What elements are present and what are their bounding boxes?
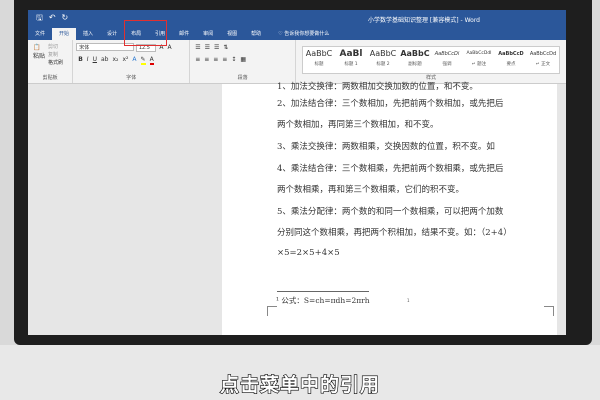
doc-line: ×5=2×5+4×5 — [277, 248, 340, 258]
paragraph-group: ☰ ☰ ☰ ⇅ ≡ ≡ ≡ ≡ ↕ ▦ 段落 — [190, 40, 296, 83]
clipboard-group-label: 剪贴板 — [42, 75, 58, 81]
tab-insert[interactable]: 插入 — [76, 28, 100, 40]
footnote: ¹ 公式：S=ch=πdh=2πrh — [276, 296, 370, 305]
style-preview: AaBl — [339, 49, 363, 59]
window-title: 小学数学基础知识整理 [兼容模式] - Word — [368, 17, 480, 24]
strikethrough-button[interactable]: ab — [101, 56, 109, 63]
font-group-label: 字体 — [126, 75, 137, 81]
font-color-button[interactable]: A — [149, 56, 154, 65]
margin-corner-mark — [267, 306, 277, 316]
margin-corner-mark — [544, 306, 554, 316]
sort-button[interactable]: ⇅ — [223, 44, 228, 51]
tab-mailings[interactable]: 邮件 — [172, 28, 196, 40]
ribbon-tabs: 文件 开始 插入 设计 布局 引用 邮件 审阅 视图 帮助 ♡ 告诉我你想要做什… — [28, 27, 566, 40]
style-heading-2[interactable]: AaBbC 标题 2 — [367, 47, 399, 73]
justify-button[interactable]: ≡ — [222, 56, 227, 63]
style-name: 要点 — [506, 62, 516, 67]
tab-design[interactable]: 设计 — [100, 28, 124, 40]
redo-icon[interactable]: ↻ — [62, 13, 69, 22]
clipboard-group: 📋 粘贴 剪切 复制 格式刷 剪贴板 — [28, 40, 74, 83]
doc-line: 两个数相乘，再和第三个数相乘，它们的积不变。 — [277, 185, 465, 195]
doc-line: 4、乘法结合律：三个数相乘，先把前两个数相乘，或先把后 — [277, 164, 504, 174]
numbering-button[interactable]: ☰ — [205, 44, 210, 51]
font-group: 宋体 12.5 AA B I Uab x₂ x² A ✎ A 字体 — [73, 40, 191, 83]
style-subtitle[interactable]: AaBbC 副标题 — [399, 47, 431, 73]
clipboard-icon: 📋 — [33, 44, 41, 51]
title-bar: 🖫 ↶ ↻ 小学数学基础知识整理 [兼容模式] - Word — [28, 10, 566, 27]
style-name: ↵ 题注 — [471, 62, 487, 67]
align-left-button[interactable]: ≡ — [195, 56, 200, 63]
borders-button[interactable]: ▦ — [240, 56, 246, 63]
style-heading-1[interactable]: AaBl 标题 1 — [335, 47, 367, 73]
subscript-button[interactable]: x₂ — [112, 56, 118, 63]
multilevel-list-button[interactable]: ☰ — [214, 44, 219, 51]
text-effects-button[interactable]: A — [132, 56, 136, 63]
style-name: 标题 1 — [344, 62, 358, 67]
style-name: ↵ 正文 — [535, 62, 551, 67]
style-name: 标题 — [314, 62, 324, 67]
style-key-point[interactable]: AaBbCcD 要点 — [495, 47, 527, 73]
style-preview: AaBbCcDd — [529, 51, 557, 57]
doc-line: 2、加法结合律：三个数相加，先把前两个数相加，或先把后 — [277, 99, 504, 109]
style-caption[interactable]: AaBbCcDdI ↵ 题注 — [463, 47, 495, 73]
doc-line: 3、乘法交换律：两数相乘，交换因数的位置，积不变。如 — [277, 142, 495, 152]
align-right-button[interactable]: ≡ — [213, 56, 218, 63]
bullets-button[interactable]: ☰ — [195, 44, 200, 51]
style-emphasis[interactable]: AaBbCcDi 强调 — [431, 47, 463, 73]
superscript-button[interactable]: x² — [122, 56, 128, 63]
doc-line: 两个数相加，再同第三个数相加，和不变。 — [277, 120, 439, 130]
underline-button[interactable]: U — [93, 56, 97, 63]
tab-home[interactable]: 开始 — [52, 28, 77, 40]
tell-me-search[interactable]: ♡ 告诉我你想要做什么 — [278, 30, 329, 40]
paste-label: 粘贴 — [33, 53, 46, 60]
document-area: 1、加法交换律：两数相加交换加数的位置，和不变。 2、加法结合律：三个数相加，先… — [28, 82, 566, 335]
styles-group: AaBbC 标题 AaBl 标题 1 AaBbC 标题 2 AaBbC 副标题 AaBb… — [296, 40, 566, 83]
tab-view[interactable]: 视图 — [220, 28, 244, 40]
paste-button[interactable]: 📋 粘贴 — [33, 44, 45, 60]
style-preview: AaBbCcDi — [434, 51, 460, 57]
save-icon[interactable]: 🖫 — [36, 13, 43, 22]
style-preview: AaBbC — [400, 49, 430, 58]
ribbon: 📋 粘贴 剪切 复制 格式刷 剪贴板 宋体 12.5 AA B I Uab x₂ x² A ✎… — [28, 40, 566, 84]
style-preview: AaBbCcD — [498, 51, 524, 57]
style-title[interactable]: AaBbC 标题 — [303, 47, 335, 73]
tab-review[interactable]: 审阅 — [196, 28, 220, 40]
video-caption: 点击菜单中的引用 — [219, 373, 380, 396]
center-button[interactable]: ≡ — [204, 56, 209, 63]
document-page[interactable]: 1、加法交换律：两数相加交换加数的位置，和不变。 2、加法结合律：三个数相加，先… — [222, 82, 557, 335]
word-window: 🖫 ↶ ↻ 小学数学基础知识整理 [兼容模式] - Word 文件 开始 插入 设计… — [28, 10, 566, 335]
highlight-box — [124, 20, 167, 46]
bold-button[interactable]: B — [78, 56, 83, 63]
shrink-font-button[interactable]: A — [168, 44, 172, 51]
page-number: 1 — [407, 298, 410, 303]
cut-button[interactable]: 剪切 — [48, 43, 63, 51]
style-preview: AaBbC — [305, 49, 333, 58]
style-preview: AaBbC — [369, 49, 397, 58]
undo-icon[interactable]: ↶ — [49, 13, 56, 22]
tab-file[interactable]: 文件 — [28, 28, 52, 40]
footnote-separator — [277, 291, 369, 292]
format-painter-button[interactable]: 格式刷 — [48, 59, 63, 67]
doc-line: 5、乘法分配律：两个数的和同一个数相乘，可以把两个加数 — [277, 207, 504, 217]
italic-button[interactable]: I — [87, 56, 89, 63]
tell-me-text: 告诉我你想要做什么 — [284, 31, 330, 37]
tab-help[interactable]: 帮助 — [244, 28, 268, 40]
doc-line: 1、加法交换律：两数相加交换加数的位置，和不变。 — [277, 82, 478, 92]
style-normal[interactable]: AaBbCcDd ↵ 正文 — [527, 47, 559, 73]
quick-access-toolbar: 🖫 ↶ ↻ — [36, 12, 74, 26]
line-spacing-button[interactable]: ↕ — [231, 56, 236, 63]
highlight-button[interactable]: ✎ — [140, 56, 146, 65]
doc-line: 分别同这个数相乘，再把两个积相加，结果不变。如：（2+4） — [277, 228, 512, 238]
style-name: 强调 — [442, 62, 452, 67]
style-name: 副标题 — [408, 62, 422, 67]
copy-button[interactable]: 复制 — [48, 51, 63, 59]
style-name: 标题 2 — [376, 62, 390, 67]
styles-gallery: AaBbC 标题 AaBl 标题 1 AaBbC 标题 2 AaBbC 副标题 AaBb… — [302, 46, 560, 74]
style-preview: AaBbCcDdI — [466, 51, 492, 56]
